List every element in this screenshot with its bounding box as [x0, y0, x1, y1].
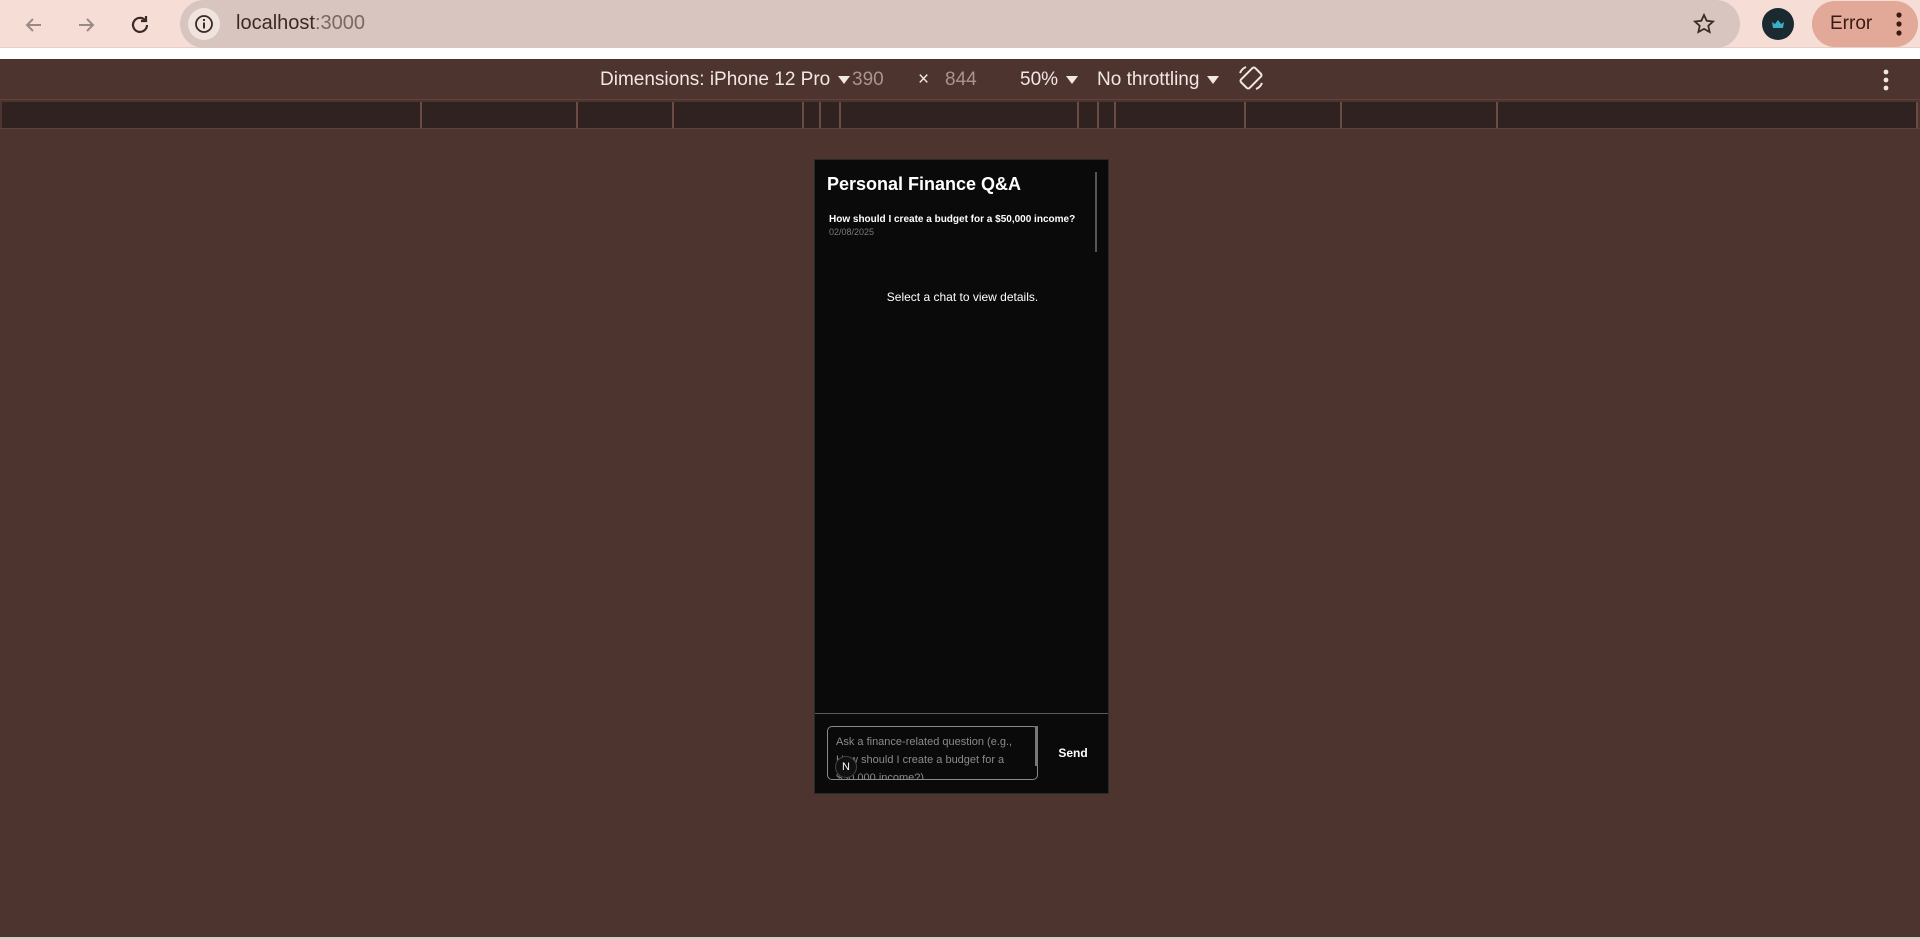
zoom-select[interactable]: 50%: [1020, 69, 1079, 91]
empty-state-message: Select a chat to view details.: [886, 290, 1039, 304]
media-query-segment[interactable]: [1116, 102, 1246, 128]
media-query-segment[interactable]: [578, 102, 674, 128]
zoom-label: 50%: [1020, 69, 1059, 90]
media-query-segment[interactable]: [2, 102, 422, 128]
device-select[interactable]: Dimensions: iPhone 12 Pro: [600, 69, 851, 91]
forward-button[interactable]: [70, 9, 102, 41]
browser-toolbar: localhost:3000 Error: [0, 0, 1920, 48]
media-query-segment[interactable]: [1342, 102, 1498, 128]
rotate-device-icon[interactable]: [1236, 63, 1266, 93]
media-query-ruler: [0, 99, 1920, 129]
dropdown-caret-icon: [1207, 75, 1220, 84]
profile-avatar-icon[interactable]: [1762, 8, 1794, 40]
forward-arrow-icon: [79, 18, 95, 32]
app-title: Personal Finance Q&A: [827, 174, 1022, 194]
dropdown-caret-icon: [838, 75, 851, 84]
device-viewport: Personal Finance Q&A How should I create…: [814, 159, 1109, 794]
media-query-segment[interactable]: [1079, 102, 1099, 128]
media-query-segment[interactable]: [841, 102, 1079, 128]
media-query-segment[interactable]: [422, 102, 578, 128]
devtools-more-icon[interactable]: [1882, 69, 1890, 91]
dropdown-caret-icon: [1066, 75, 1079, 84]
chat-list-item[interactable]: How should I create a budget for a $50,0…: [829, 214, 1079, 246]
url-text[interactable]: localhost:3000: [236, 12, 365, 35]
device-toolbar: Dimensions: iPhone 12 Pro 390 × 844 50% …: [0, 59, 1920, 99]
media-query-segment[interactable]: [804, 102, 821, 128]
reload-button[interactable]: [124, 9, 156, 41]
reload-icon: [131, 16, 149, 33]
media-query-segment[interactable]: [1498, 102, 1918, 128]
back-button[interactable]: [18, 9, 50, 41]
throttling-select[interactable]: No throttling: [1097, 69, 1220, 91]
composer: Ask a finance-related question (e.g., Ho…: [815, 713, 1108, 793]
address-bar[interactable]: [180, 0, 1740, 48]
url-host: localhost: [236, 12, 315, 34]
input-scrollbar[interactable]: [1035, 726, 1038, 766]
bookmark-star-icon[interactable]: [1688, 8, 1720, 40]
url-port: :3000: [314, 12, 365, 34]
media-query-segment[interactable]: [1246, 102, 1342, 128]
throttling-label: No throttling: [1097, 69, 1200, 90]
question-input[interactable]: Ask a finance-related question (e.g., Ho…: [827, 726, 1038, 780]
height-input[interactable]: 844: [945, 69, 977, 91]
nextjs-badge-icon[interactable]: N: [835, 756, 857, 778]
chat-question: How should I create a budget for a $50,0…: [829, 214, 1076, 225]
device-label: Dimensions: iPhone 12 Pro: [600, 69, 831, 90]
media-query-segment[interactable]: [674, 102, 804, 128]
more-vert-icon: [1896, 12, 1902, 36]
media-query-segment[interactable]: [1099, 102, 1116, 128]
chat-list-scrollbar[interactable]: [1095, 172, 1097, 252]
dimension-times: ×: [918, 69, 930, 90]
back-arrow-icon: [25, 18, 41, 32]
profile-error-button[interactable]: Error: [1812, 1, 1918, 47]
site-info-icon[interactable]: [188, 8, 220, 40]
send-button[interactable]: Send: [1041, 726, 1105, 780]
chat-date: 02/08/2025: [829, 227, 875, 237]
error-label: Error: [1830, 13, 1873, 34]
width-input[interactable]: 390: [852, 69, 884, 91]
media-query-segment[interactable]: [821, 102, 841, 128]
